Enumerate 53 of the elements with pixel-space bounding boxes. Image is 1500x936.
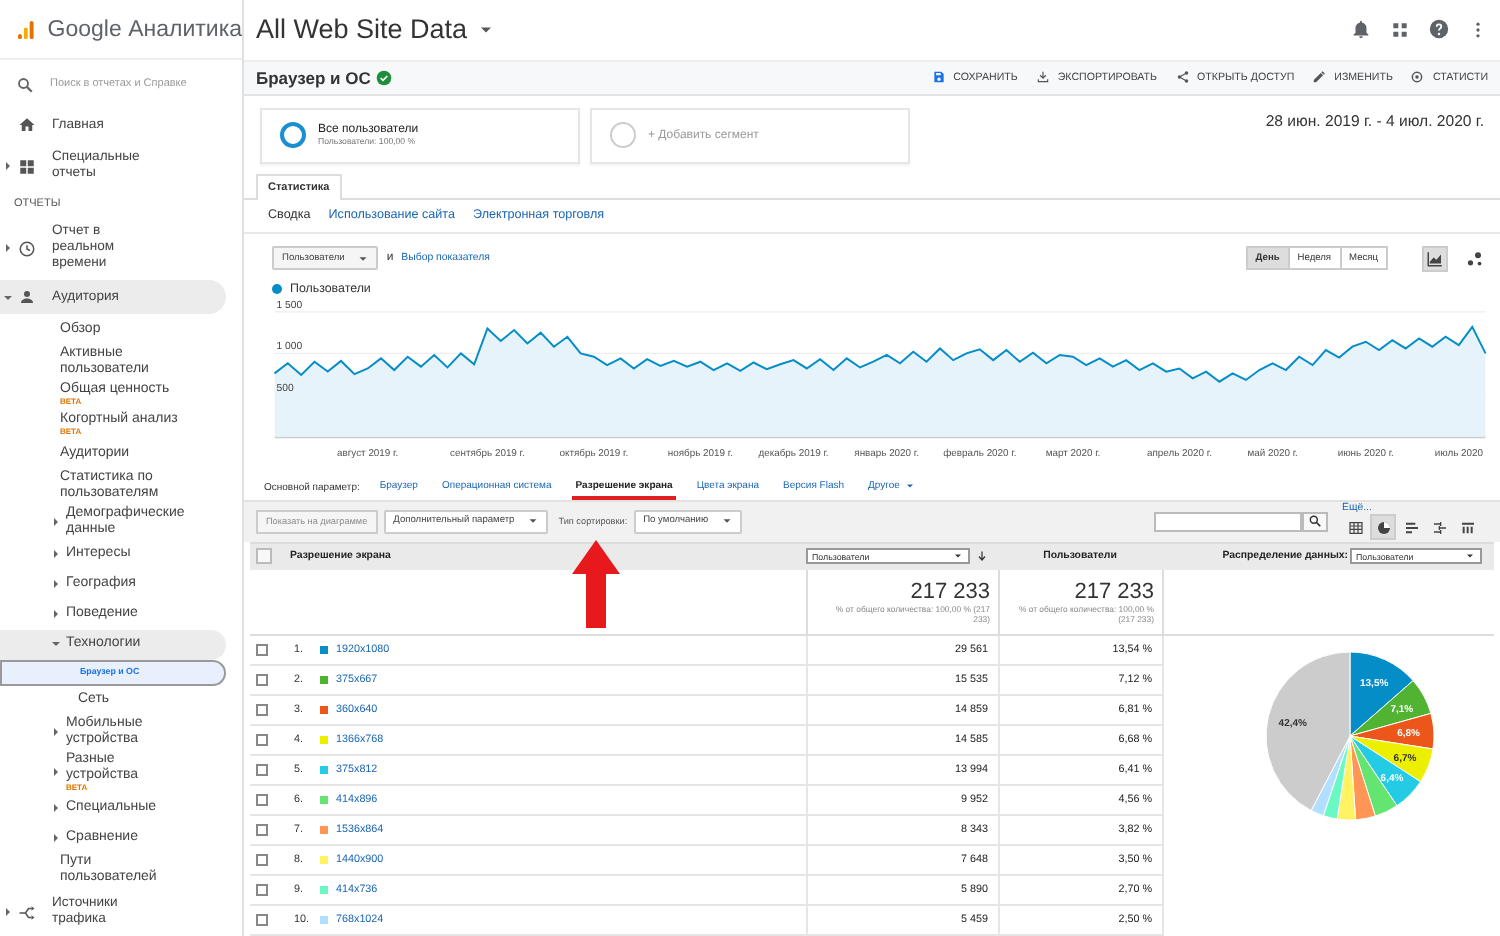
compare-view-icon: [1431, 519, 1447, 535]
empty-ring-icon: [610, 122, 636, 149]
line-chart-icon: [1426, 249, 1444, 268]
row-checkbox[interactable]: [256, 764, 268, 776]
person-icon: [18, 288, 36, 307]
row-checkbox[interactable]: [256, 734, 268, 746]
caret-down-icon: [720, 514, 735, 528]
select-all-checkbox[interactable]: [256, 548, 272, 565]
search-icon: [1308, 514, 1322, 528]
row-checkbox[interactable]: [256, 704, 268, 716]
caret-down-icon: [1464, 550, 1476, 563]
row-checkbox[interactable]: [256, 824, 268, 836]
chart-type-button[interactable]: [1422, 245, 1448, 272]
caret-down-icon: [526, 514, 541, 528]
table-view-icon: [1347, 519, 1363, 535]
total-value: 217 233: [908, 580, 990, 605]
row-checkbox[interactable]: [256, 914, 268, 926]
search-button[interactable]: [1302, 511, 1328, 531]
segment-ring-icon: [280, 122, 306, 149]
table-view-button[interactable]: [1370, 514, 1396, 540]
row-checkbox[interactable]: [256, 674, 268, 686]
table-search-field[interactable]: [1154, 511, 1302, 531]
apps-grid-icon[interactable]: [1390, 19, 1410, 40]
home-icon: [18, 116, 36, 135]
bar-view-icon: [1403, 519, 1419, 535]
pie-view-icon: [1375, 519, 1391, 535]
app-title: Google Аналитика: [47, 17, 242, 42]
property-selector[interactable]: All Web Site Data: [256, 14, 496, 45]
row-checkbox[interactable]: [256, 854, 268, 866]
bell-icon[interactable]: [1350, 18, 1372, 41]
caret-down-icon: [903, 479, 916, 491]
row-checkbox[interactable]: [256, 884, 268, 896]
pencil-icon: [1312, 70, 1327, 85]
share-icon: [1175, 70, 1190, 85]
report-title: Браузер и ОС: [256, 67, 371, 88]
row-checkbox[interactable]: [256, 794, 268, 806]
caret-down-icon: [356, 251, 371, 266]
bubble-chart-icon: [1466, 249, 1484, 268]
total-value: 217 233: [1072, 580, 1154, 605]
branch-arrows-icon: [18, 903, 36, 921]
logo-icon: [18, 15, 34, 44]
search-icon: [16, 75, 34, 94]
row-checkbox[interactable]: [256, 644, 268, 656]
pivot-view-icon: [1459, 519, 1475, 535]
caret-down-icon: [952, 550, 964, 563]
ring-icon: [1410, 70, 1425, 85]
legend-dot: [272, 283, 282, 294]
arrow-drawing: [572, 540, 620, 628]
grid-squares-icon: [18, 157, 36, 176]
sort-arrow-icon: [976, 550, 988, 563]
help-icon[interactable]: [1428, 18, 1450, 41]
download-icon: [1035, 70, 1050, 85]
clock-icon: [18, 239, 36, 258]
